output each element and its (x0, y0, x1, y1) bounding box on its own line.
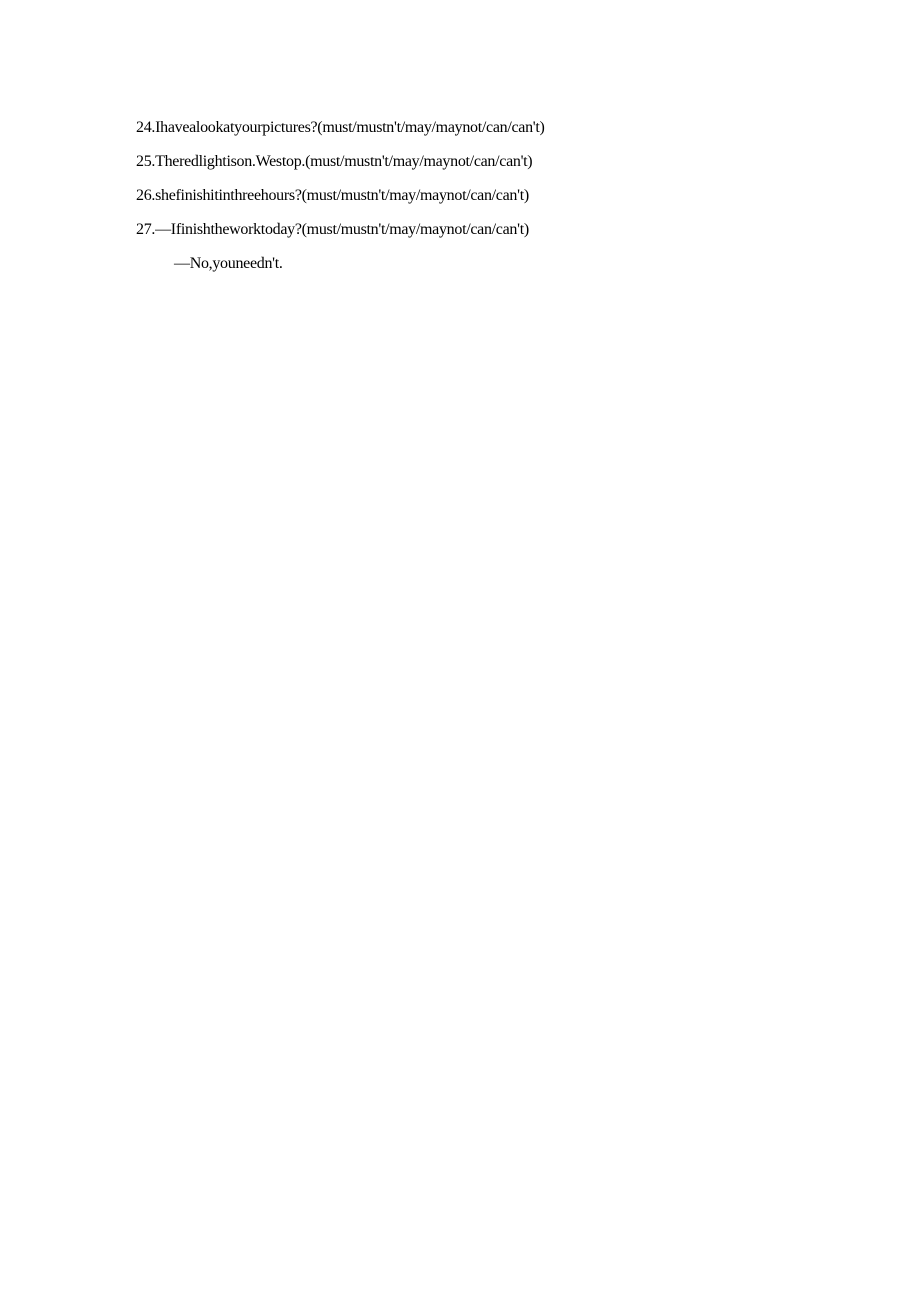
line-26: 26.shefinishitinthreehours?(must/mustn't… (136, 188, 784, 204)
page-content: 24.Ihavealookatyourpictures?(must/mustn'… (136, 120, 784, 290)
line-27: 27.—Ifinishtheworktoday?(must/mustn't/ma… (136, 222, 784, 238)
line-24: 24.Ihavealookatyourpictures?(must/mustn'… (136, 120, 784, 136)
line-25: 25.Theredlightison.Westop.(must/mustn't/… (136, 154, 784, 170)
line-27-answer: —No,youneedn't. (136, 256, 784, 272)
